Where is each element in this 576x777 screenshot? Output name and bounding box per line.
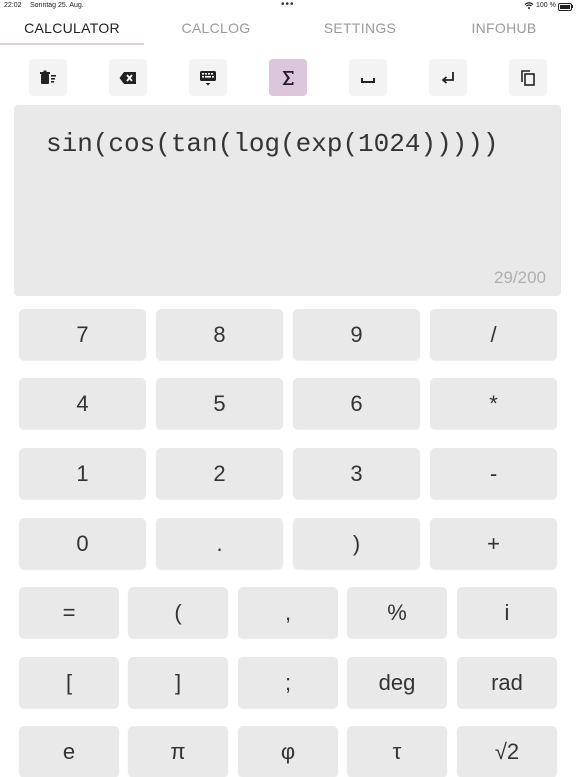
- key-tau[interactable]: τ: [347, 726, 447, 777]
- enter-icon: [441, 71, 454, 84]
- functions-button[interactable]: [269, 59, 307, 96]
- space-icon: [361, 77, 375, 83]
- backspace-icon: [119, 71, 136, 84]
- tab-calculator[interactable]: CALCULATOR: [0, 20, 144, 36]
- expression-text[interactable]: sin(cos(tan(log(exp(1024))))): [46, 127, 536, 161]
- key-6[interactable]: 6: [293, 378, 420, 429]
- key-phi[interactable]: φ: [238, 726, 338, 777]
- key-sqrt2[interactable]: √2: [457, 726, 557, 777]
- key-minus[interactable]: -: [430, 448, 557, 499]
- key-close-paren[interactable]: ): [293, 518, 420, 569]
- key-1[interactable]: 1: [19, 448, 146, 499]
- key-rad[interactable]: rad: [457, 657, 557, 708]
- clear-all-icon: [40, 70, 56, 84]
- clear-all-button[interactable]: [29, 59, 67, 96]
- keyboard-icon: [200, 70, 216, 85]
- key-4[interactable]: 4: [19, 378, 146, 429]
- tab-bar: CALCULATOR CALCLOG SETTINGS INFOHUB: [0, 14, 576, 46]
- status-time: 22:02: [4, 2, 22, 9]
- enter-button[interactable]: [429, 59, 467, 96]
- key-comma[interactable]: ,: [238, 587, 338, 638]
- tab-infohub[interactable]: INFOHUB: [432, 20, 576, 36]
- key-e[interactable]: e: [19, 726, 119, 777]
- key-i[interactable]: i: [457, 587, 557, 638]
- battery-percent: 100 %: [536, 2, 556, 9]
- key-multiply[interactable]: *: [430, 378, 557, 429]
- key-8[interactable]: 8: [156, 309, 283, 360]
- space-button[interactable]: [349, 59, 387, 96]
- character-counter: 29/200: [494, 268, 546, 287]
- key-0[interactable]: 0: [19, 518, 146, 569]
- tab-calclog[interactable]: CALCLOG: [144, 20, 288, 36]
- key-equals[interactable]: =: [19, 587, 119, 638]
- expression-display[interactable]: sin(cos(tan(log(exp(1024))))) 29/200: [14, 105, 561, 296]
- key-divide[interactable]: /: [430, 309, 557, 360]
- status-bar: 22:02 Sonntag 25. Aug. ••• 100 %: [0, 0, 576, 14]
- key-7[interactable]: 7: [19, 309, 146, 360]
- key-pi[interactable]: π: [128, 726, 228, 777]
- key-close-bracket[interactable]: ]: [128, 657, 228, 708]
- key-plus[interactable]: +: [430, 518, 557, 569]
- key-9[interactable]: 9: [293, 309, 420, 360]
- key-decimal-point[interactable]: .: [156, 518, 283, 569]
- tab-settings[interactable]: SETTINGS: [288, 20, 432, 36]
- key-2[interactable]: 2: [156, 448, 283, 499]
- copy-button[interactable]: [509, 59, 547, 96]
- key-deg[interactable]: deg: [347, 657, 447, 708]
- key-percent[interactable]: %: [347, 587, 447, 638]
- keyboard-button[interactable]: [189, 59, 227, 96]
- battery-icon: [558, 3, 572, 11]
- sigma-icon: [282, 70, 294, 85]
- wifi-icon: [524, 2, 534, 9]
- active-tab-indicator: [0, 43, 144, 45]
- key-5[interactable]: 5: [156, 378, 283, 429]
- status-date: Sonntag 25. Aug.: [30, 2, 84, 9]
- key-open-paren[interactable]: (: [128, 587, 228, 638]
- backspace-button[interactable]: [109, 59, 147, 96]
- key-3[interactable]: 3: [293, 448, 420, 499]
- multitasking-dots[interactable]: •••: [281, 0, 295, 10]
- key-semicolon[interactable]: ;: [238, 657, 338, 708]
- key-open-bracket[interactable]: [: [19, 657, 119, 708]
- copy-icon: [521, 69, 535, 86]
